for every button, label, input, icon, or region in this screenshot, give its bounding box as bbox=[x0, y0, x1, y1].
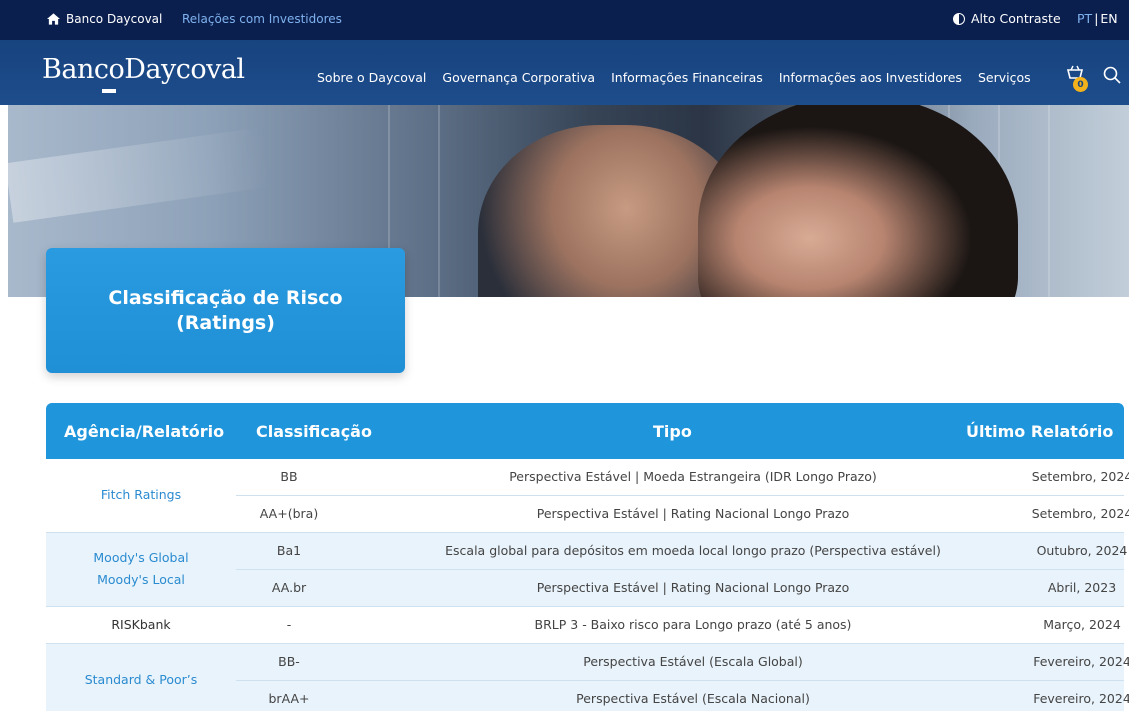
cell-last-report: Abril, 2023 bbox=[1047, 580, 1117, 595]
table-row: BB Perspectiva Estável | Moeda Estrangei… bbox=[236, 459, 1129, 495]
cart-count-badge: 0 bbox=[1073, 77, 1088, 92]
contrast-icon bbox=[953, 12, 965, 25]
table-group-fitch: Fitch Ratings BB Perspectiva Estável | M… bbox=[46, 459, 1129, 532]
lang-separator: | bbox=[1094, 11, 1099, 26]
lang-en-link[interactable]: EN bbox=[1100, 11, 1117, 26]
table-row: AA.br Perspectiva Estável | Rating Nacio… bbox=[236, 569, 1124, 606]
nav-item-informacoes-financeiras[interactable]: Informações Financeiras bbox=[611, 70, 763, 85]
language-switcher: PT | EN bbox=[1077, 11, 1118, 26]
cell-type: Perspectiva Estável | Rating Nacional Lo… bbox=[536, 580, 850, 595]
cell-rating: Ba1 bbox=[276, 543, 302, 558]
table-row: Ba1 Escala global para depósitos em moed… bbox=[236, 533, 1128, 569]
cell-last-report: Setembro, 2024 bbox=[1031, 506, 1129, 521]
nav-item-servicos[interactable]: Serviços bbox=[978, 70, 1031, 85]
cell-rating: AA.br bbox=[271, 580, 307, 595]
high-contrast-toggle[interactable]: Alto Contraste bbox=[953, 11, 1061, 26]
page-title-line1: Classificação de Risco bbox=[108, 287, 343, 309]
table-row: BB- Perspectiva Estável (Escala Global) … bbox=[236, 644, 1129, 680]
logo[interactable]: BancoDaycoval bbox=[42, 54, 245, 93]
page-title-card: Classificação de Risco (Ratings) bbox=[46, 248, 405, 373]
agency-moodys-global-link[interactable]: Moody's Global bbox=[46, 547, 236, 569]
cell-last-report: Fevereiro, 2024 bbox=[1033, 691, 1129, 706]
lang-pt-link[interactable]: PT bbox=[1077, 11, 1092, 26]
cell-type: Escala global para depósitos em moeda lo… bbox=[445, 543, 941, 558]
table-row: AA+(bra) Perspectiva Estável | Rating Na… bbox=[236, 495, 1129, 532]
nav-menu: Sobre o Daycoval Governança Corporativa … bbox=[317, 70, 1047, 85]
logo-text: BancoDaycoval bbox=[42, 54, 245, 85]
logo-underline bbox=[102, 89, 116, 93]
cell-rating: AA+(bra) bbox=[259, 506, 319, 521]
column-header-rating: Classificação bbox=[256, 422, 372, 441]
main-navigation: BancoDaycoval Sobre o Daycoval Governanç… bbox=[0, 40, 1129, 105]
search-icon[interactable] bbox=[1103, 66, 1121, 84]
cell-rating: BB- bbox=[278, 654, 300, 669]
investor-relations-link[interactable]: Relações com Investidores bbox=[182, 12, 342, 26]
cell-last-report: Fevereiro, 2024 bbox=[1033, 654, 1129, 669]
home-link-label: Banco Daycoval bbox=[66, 12, 163, 26]
agency-fitch-link[interactable]: Fitch Ratings bbox=[46, 484, 236, 506]
cell-last-report: Março, 2024 bbox=[1043, 617, 1121, 632]
column-header-agency: Agência/Relatório bbox=[64, 422, 225, 441]
nav-item-sobre[interactable]: Sobre o Daycoval bbox=[317, 70, 426, 85]
page-title-line2: (Ratings) bbox=[176, 312, 275, 334]
nav-item-informacoes-investidores[interactable]: Informações aos Investidores bbox=[779, 70, 962, 85]
cell-type: Perspectiva Estável | Rating Nacional Lo… bbox=[536, 506, 850, 521]
hero-shape bbox=[8, 127, 271, 223]
table-group-riskbank: RISKbank - BRLP 3 - Baixo risco para Lon… bbox=[46, 607, 1124, 643]
cart-button[interactable]: 0 bbox=[1065, 65, 1089, 92]
table-group-sp: Standard & Poor’s BB- Perspectiva Estáve… bbox=[46, 644, 1129, 711]
cell-type: Perspectiva Estável | Moeda Estrangeira … bbox=[509, 469, 877, 484]
home-link[interactable]: Banco Daycoval bbox=[47, 12, 162, 26]
hero-person-woman bbox=[698, 105, 1018, 297]
cell-type: Perspectiva Estável (Escala Nacional) bbox=[576, 691, 810, 706]
table-row: brAA+ Perspectiva Estável (Escala Nacion… bbox=[236, 680, 1129, 717]
home-icon bbox=[47, 13, 60, 25]
cell-rating: - bbox=[286, 617, 292, 632]
cell-last-report: Outubro, 2024 bbox=[1036, 543, 1128, 558]
table-row: - BRLP 3 - Baixo risco para Longo prazo … bbox=[236, 607, 1124, 643]
table-header: Agência/Relatório Classificação Tipo Últ… bbox=[46, 403, 1124, 459]
cell-type: BRLP 3 - Baixo risco para Longo prazo (a… bbox=[534, 617, 852, 632]
cell-type: Perspectiva Estável (Escala Global) bbox=[583, 654, 803, 669]
cell-last-report: Setembro, 2024 bbox=[1031, 469, 1129, 484]
table-group-moodys: Moody's Global Moody's Local Ba1 Escala … bbox=[46, 533, 1128, 606]
column-header-type: Tipo bbox=[653, 422, 692, 441]
top-bar: Banco Daycoval Relações com Investidores… bbox=[0, 0, 1129, 40]
agency-sp-link[interactable]: Standard & Poor’s bbox=[46, 669, 236, 691]
cell-rating: brAA+ bbox=[268, 691, 310, 706]
nav-item-governanca[interactable]: Governança Corporativa bbox=[442, 70, 595, 85]
high-contrast-label: Alto Contraste bbox=[971, 11, 1061, 26]
ratings-table: Agência/Relatório Classificação Tipo Últ… bbox=[46, 403, 1129, 711]
column-header-last-report: Último Relatório bbox=[966, 422, 1114, 441]
agency-riskbank: RISKbank bbox=[111, 617, 171, 632]
agency-moodys-local-link[interactable]: Moody's Local bbox=[46, 569, 236, 591]
cell-rating: BB bbox=[280, 469, 298, 484]
